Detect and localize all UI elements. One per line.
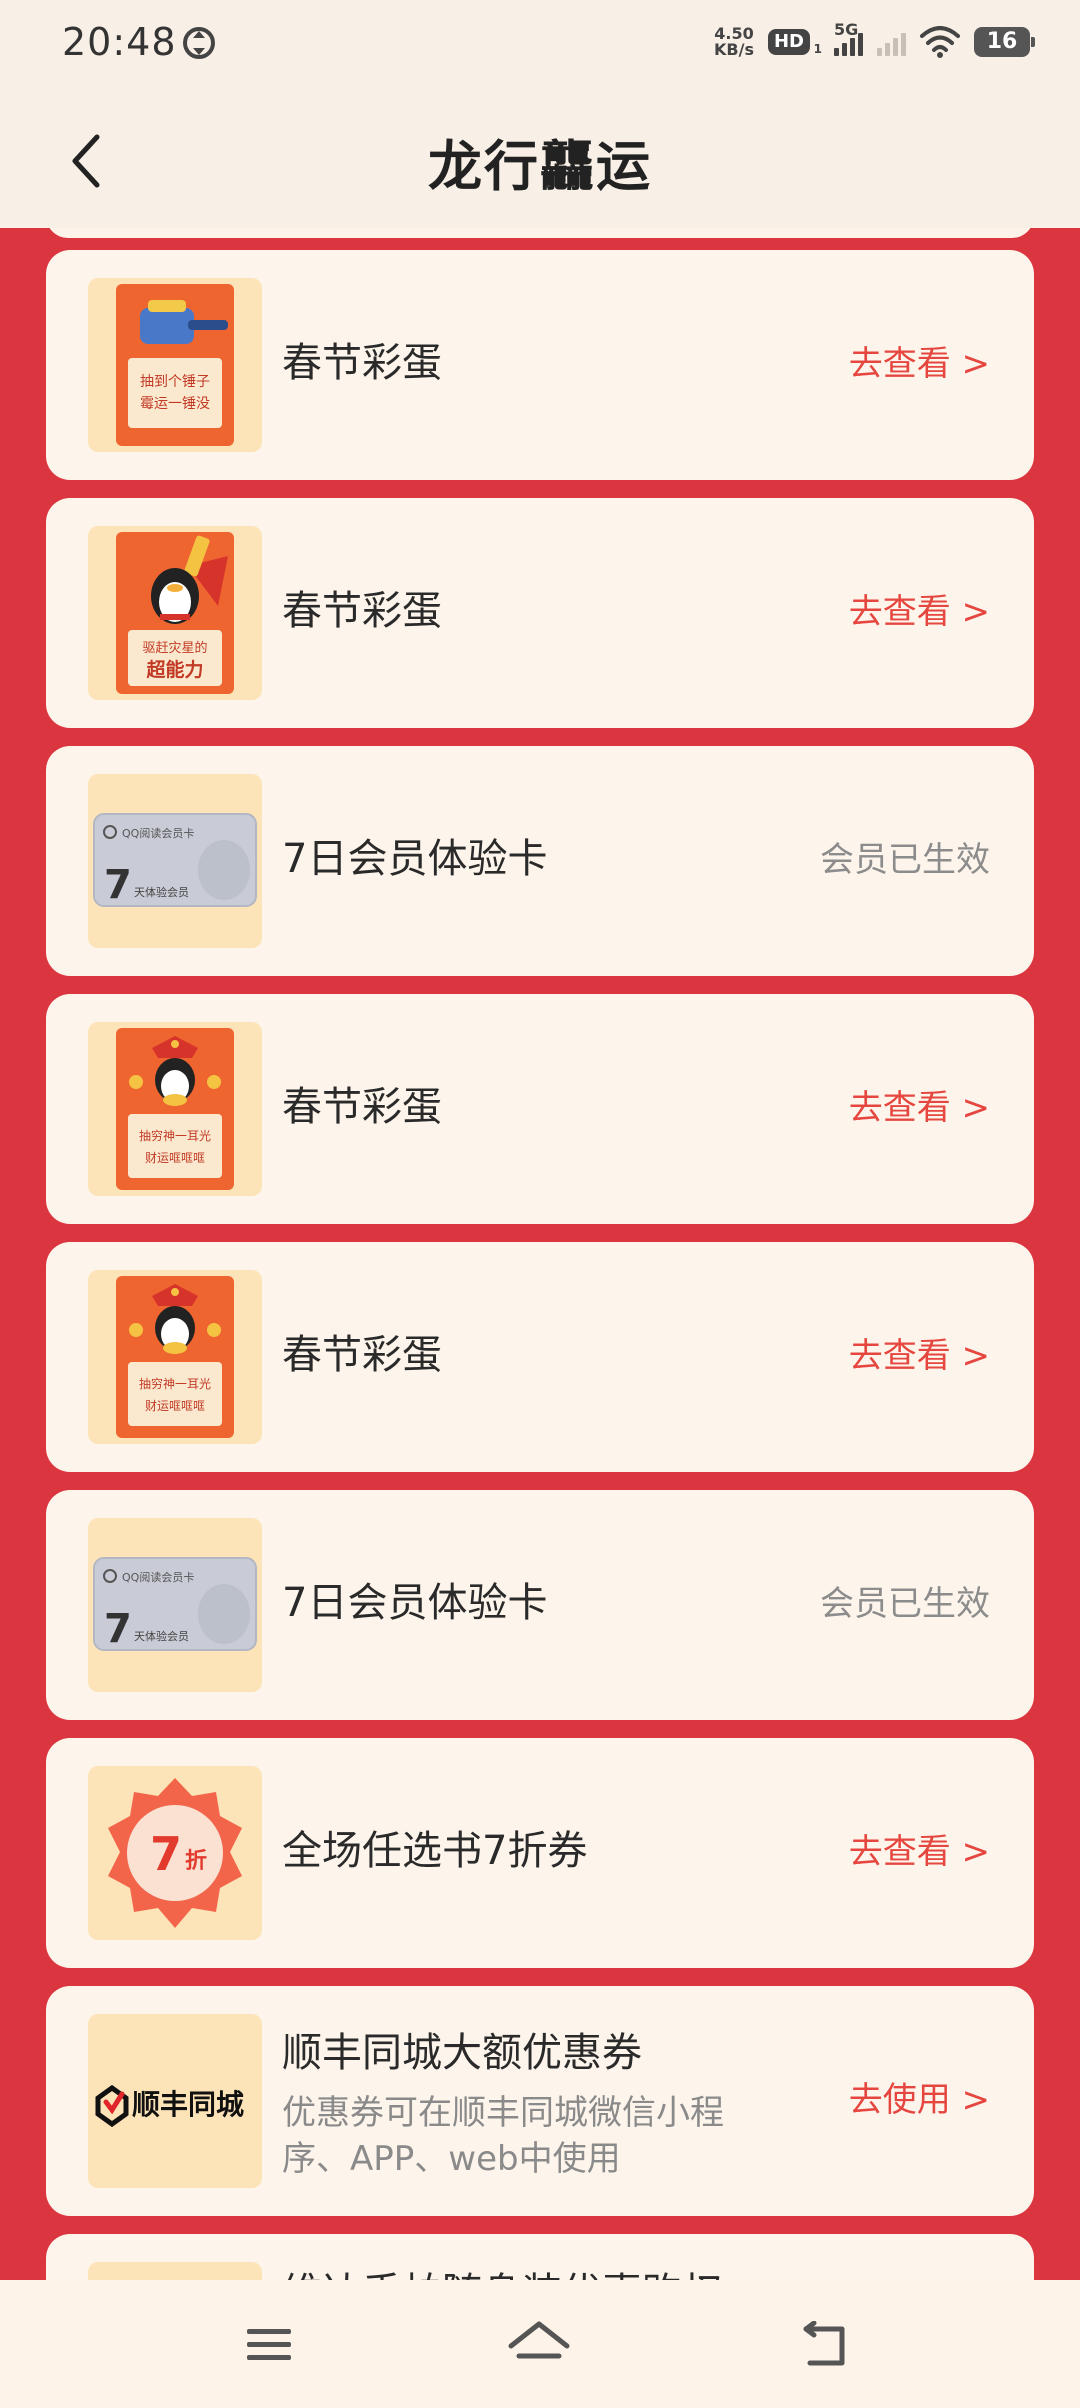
network-type: 5G bbox=[834, 20, 859, 39]
hammer-line1: 抽到个锤子 bbox=[140, 374, 210, 390]
item-title: 春节彩蛋 bbox=[282, 340, 442, 386]
card-sub: 天体验会员 bbox=[134, 885, 189, 899]
view-button[interactable]: 去查看 > bbox=[849, 1080, 990, 1129]
list-item[interactable]: 7 折 全场任选书7折券 去查看 > bbox=[46, 1738, 1034, 1968]
penguin-power-image: 驱赶灾星的 超能力 bbox=[116, 532, 234, 694]
hammer-card-image: 抽到个锤子 霉运一锤没 bbox=[116, 284, 234, 446]
nav-bar: 龙行龘运 bbox=[0, 86, 1080, 228]
item-title: 维达手帕随身装优惠购权 bbox=[282, 2260, 722, 2280]
hd-sub: 1 bbox=[813, 42, 822, 56]
view-button[interactable]: 去查看 > bbox=[849, 1328, 990, 1377]
easter-egg-thumb: 抽穷神一耳光 财运哐哐哐 bbox=[88, 1022, 262, 1196]
discount-unit: 折 bbox=[185, 1849, 207, 1874]
item-title: 顺丰同城大额优惠券 bbox=[282, 2030, 642, 2076]
membership-thumb: QQ阅读会员卡 7 天体验会员 bbox=[88, 774, 262, 948]
previous-card-edge bbox=[46, 228, 1034, 238]
sf-thumb: 顺丰同城 bbox=[88, 2014, 262, 2188]
sf-logo-icon: 顺丰同城 bbox=[95, 2084, 244, 2128]
power-line2: 超能力 bbox=[145, 658, 203, 681]
membership-thumb: QQ阅读会员卡 7 天体验会员 bbox=[88, 1518, 262, 1692]
coupon-thumb: 7 折 bbox=[88, 1766, 262, 1940]
list-item[interactable]: QQ阅读会员卡 7 天体验会员 7日会员体验卡 会员已生效 bbox=[46, 746, 1034, 976]
system-nav-bar bbox=[0, 2280, 1080, 2408]
view-button[interactable]: 去查看 > bbox=[849, 584, 990, 633]
sf-brand: 顺丰同城 bbox=[132, 2088, 244, 2121]
item-title: 春节彩蛋 bbox=[282, 1332, 442, 1378]
membership-card-image: QQ阅读会员卡 7 天体验会员 bbox=[93, 813, 257, 908]
card-days: 7 bbox=[104, 1606, 132, 1652]
list-item[interactable]: 抽到个锤子 霉运一锤没 春节彩蛋 去查看 > bbox=[46, 250, 1034, 480]
view-button[interactable]: 去查看 > bbox=[849, 336, 990, 385]
net-speed: 4.50 KB/s bbox=[714, 26, 754, 58]
item-description: 优惠券可在顺丰同城微信小程序、APP、web中使用 bbox=[282, 2093, 724, 2179]
easter-egg-thumb: 抽到个锤子 霉运一锤没 bbox=[88, 278, 262, 452]
status-label: 会员已生效 bbox=[820, 840, 990, 880]
fortune-line2: 财运哐哐哐 bbox=[145, 1399, 205, 1413]
use-button[interactable]: 去使用 > bbox=[849, 2072, 990, 2121]
item-title: 全场任选书7折券 bbox=[282, 1828, 588, 1874]
page-title: 龙行龘运 bbox=[428, 135, 652, 198]
status-time: 20:48 bbox=[62, 20, 177, 64]
card-days: 7 bbox=[104, 862, 132, 908]
membership-card-image: QQ阅读会员卡 7 天体验会员 bbox=[93, 1557, 257, 1652]
card-brand: QQ阅读会员卡 bbox=[122, 1570, 194, 1584]
easter-egg-thumb: 抽穷神一耳光 财运哐哐哐 bbox=[88, 1270, 262, 1444]
home-icon bbox=[508, 2321, 570, 2359]
return-icon bbox=[803, 2321, 845, 2366]
easter-egg-thumb: 驱赶灾星的 超能力 bbox=[88, 526, 262, 700]
status-icons: 4.50 KB/s HD 1 5G 16 bbox=[714, 20, 1035, 62]
fortune-line1: 抽穷神一耳光 bbox=[139, 1128, 211, 1143]
fortune-penguin-image: 抽穷神一耳光 财运哐哐哐 bbox=[116, 1276, 234, 1438]
net-speed-unit: KB/s bbox=[714, 40, 754, 59]
list-item[interactable]: 顺丰同城 顺丰同城大额优惠券 优惠券可在顺丰同城微信小程序、APP、web中使用… bbox=[46, 1986, 1034, 2216]
view-button[interactable]: 去查看 > bbox=[849, 1824, 990, 1873]
fortune-penguin-image: 抽穷神一耳光 财运哐哐哐 bbox=[116, 1028, 234, 1190]
item-title: 7日会员体验卡 bbox=[282, 836, 548, 882]
wifi-icon bbox=[920, 26, 960, 58]
hd-icon: HD 1 bbox=[767, 29, 822, 56]
item-title: 春节彩蛋 bbox=[282, 1084, 442, 1130]
status-label: 会员已生效 bbox=[820, 1584, 990, 1624]
signal-5g-icon: 5G bbox=[834, 20, 863, 56]
reward-list[interactable]: 抽到个锤子 霉运一锤没 春节彩蛋 去查看 > 驱赶灾星的 超能力 春节彩蛋 去查… bbox=[0, 228, 1080, 2280]
list-item[interactable]: 驱赶灾星的 超能力 春节彩蛋 去查看 > bbox=[46, 498, 1034, 728]
sync-icon bbox=[183, 27, 215, 59]
card-brand: QQ阅读会员卡 bbox=[122, 826, 194, 840]
home-button[interactable] bbox=[504, 2310, 574, 2380]
discount-num: 7 bbox=[150, 1827, 182, 1881]
list-item[interactable]: 抽穷神一耳光 财运哐哐哐 春节彩蛋 去查看 > bbox=[46, 1242, 1034, 1472]
battery-icon: 16 bbox=[974, 27, 1035, 57]
fortune-line2: 财运哐哐哐 bbox=[145, 1151, 205, 1165]
hammer-line2: 霉运一锤没 bbox=[140, 396, 210, 412]
power-line1: 驱赶灾星的 bbox=[142, 640, 207, 656]
list-item[interactable]: QQ阅读会员卡 7 天体验会员 7日会员体验卡 会员已生效 bbox=[46, 1490, 1034, 1720]
back-nav-button[interactable] bbox=[790, 2310, 860, 2380]
list-item[interactable]: 维达手帕随身装优惠购权 bbox=[46, 2234, 1034, 2280]
fortune-line1: 抽穷神一耳光 bbox=[139, 1376, 211, 1391]
status-bar: 20:48 4.50 KB/s HD 1 5G 16 bbox=[0, 0, 1080, 86]
discount-badge-icon: 7 折 bbox=[108, 1778, 242, 1928]
list-item[interactable]: 抽穷神一耳光 财运哐哐哐 春节彩蛋 去查看 > bbox=[46, 994, 1034, 1224]
item-thumb bbox=[88, 2262, 262, 2280]
hd-label: HD bbox=[773, 31, 804, 52]
card-sub: 天体验会员 bbox=[134, 1629, 189, 1643]
item-title: 7日会员体验卡 bbox=[282, 1580, 548, 1626]
menu-button[interactable] bbox=[234, 2310, 304, 2380]
signal-2-icon bbox=[877, 28, 906, 56]
item-title: 春节彩蛋 bbox=[282, 588, 442, 634]
battery-level: 16 bbox=[986, 29, 1018, 54]
menu-icon bbox=[247, 2329, 291, 2360]
